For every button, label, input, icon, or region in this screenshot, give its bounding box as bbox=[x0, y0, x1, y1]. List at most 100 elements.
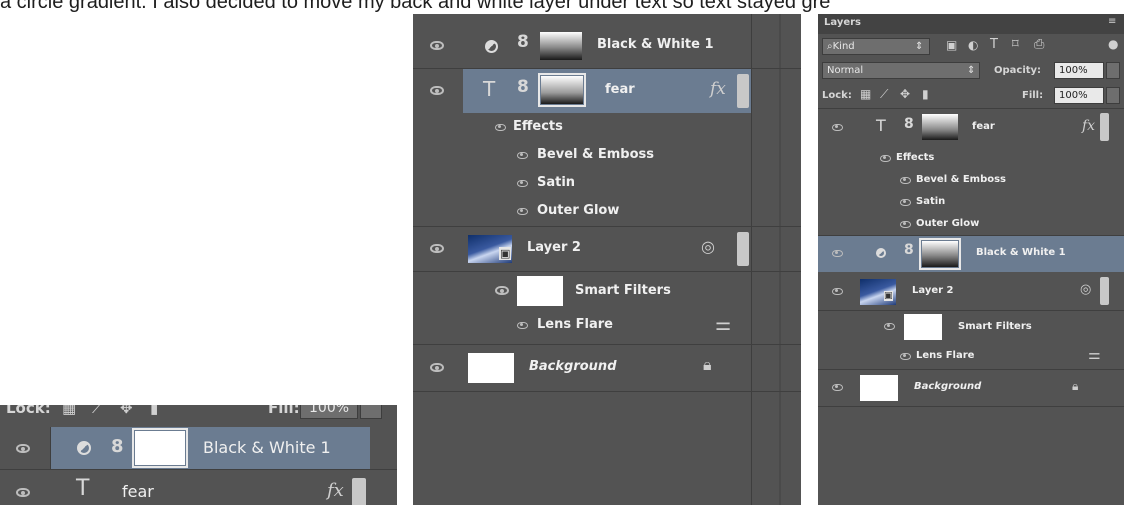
layer-row-background[interactable]: Background 🔒︎ bbox=[818, 370, 1124, 407]
layers-tab[interactable]: Layers bbox=[824, 17, 861, 28]
scrollbar-thumb[interactable] bbox=[352, 478, 366, 505]
layer-name[interactable]: fear bbox=[605, 82, 635, 97]
filter-adjustment-icon[interactable]: ◐ bbox=[968, 38, 978, 52]
blend-mode-select[interactable]: Normal ⇕ bbox=[822, 62, 980, 79]
link-icon[interactable]: 8 bbox=[517, 77, 529, 97]
effects-label[interactable]: Effects bbox=[513, 119, 563, 134]
visibility-eye-icon[interactable] bbox=[900, 353, 911, 360]
link-icon[interactable]: 8 bbox=[111, 436, 124, 457]
filter-row-lens-flare[interactable]: Lens Flare ⚌ bbox=[818, 343, 1124, 370]
smart-filters-row[interactable]: Smart Filters bbox=[413, 272, 801, 310]
visibility-eye-icon[interactable] bbox=[517, 322, 528, 329]
layer-name[interactable]: Layer 2 bbox=[527, 240, 581, 255]
effect-row-satin[interactable]: Satin bbox=[413, 170, 801, 198]
smart-filters-label[interactable]: Smart Filters bbox=[958, 321, 1032, 332]
scrollbar-thumb[interactable] bbox=[737, 232, 749, 266]
layer-row-layer2[interactable]: ▣ Layer 2 ◎ bbox=[413, 227, 801, 272]
panel-menu-icon[interactable]: ≡ bbox=[1108, 16, 1116, 27]
effect-row-bevel[interactable]: Bevel & Emboss bbox=[818, 169, 1124, 191]
visibility-eye-icon[interactable] bbox=[430, 86, 444, 95]
layer-name[interactable]: Black & White 1 bbox=[597, 37, 714, 52]
filter-mask-thumbnail[interactable] bbox=[517, 276, 563, 306]
visibility-eye-icon[interactable] bbox=[16, 444, 30, 453]
layer-thumbnail[interactable] bbox=[468, 353, 514, 383]
filter-name[interactable]: Lens Flare bbox=[916, 350, 974, 361]
filter-shape-icon[interactable]: ⌑ bbox=[1012, 37, 1019, 52]
filter-toggle-icon[interactable]: ● bbox=[1108, 37, 1118, 51]
smart-filters-label[interactable]: Smart Filters bbox=[575, 283, 671, 298]
mask-thumbnail[interactable] bbox=[919, 238, 961, 270]
visibility-eye-icon[interactable] bbox=[900, 221, 911, 228]
layer-name[interactable]: fear bbox=[122, 482, 154, 501]
visibility-eye-icon[interactable] bbox=[900, 177, 911, 184]
layer-row-bw[interactable]: 8 Black & White 1 bbox=[413, 24, 801, 69]
filter-type-icon[interactable]: T bbox=[990, 37, 998, 52]
fill-field[interactable]: 100% bbox=[300, 405, 358, 419]
lock-move-icon[interactable]: ✥ bbox=[120, 405, 133, 417]
layer-name[interactable]: Background bbox=[529, 359, 617, 374]
filter-options-icon[interactable]: ⚌ bbox=[1088, 347, 1101, 363]
visibility-eye-icon[interactable] bbox=[832, 124, 843, 131]
layer-row-background[interactable]: Background 🔒︎ bbox=[413, 345, 801, 392]
lock-icon[interactable]: 🔒︎ bbox=[1072, 379, 1078, 394]
lock-paint-icon[interactable]: ⟋ bbox=[92, 405, 103, 417]
effect-row-outer-glow[interactable]: Outer Glow bbox=[818, 213, 1124, 236]
lock-transparent-icon[interactable]: ▦ bbox=[860, 87, 871, 101]
layer-row-fear[interactable]: T 8 fear fx bbox=[413, 69, 801, 113]
filter-smart-object-icon[interactable]: ⎙ bbox=[1034, 37, 1044, 52]
scrollbar-thumb[interactable] bbox=[1100, 277, 1109, 305]
visibility-eye-icon[interactable] bbox=[430, 244, 444, 253]
mask-thumbnail[interactable] bbox=[132, 428, 188, 468]
lock-all-icon[interactable]: ▮ bbox=[150, 405, 158, 417]
visibility-eye-icon[interactable] bbox=[880, 155, 891, 162]
scrollbar-thumb[interactable] bbox=[1100, 113, 1109, 141]
visibility-eye-icon[interactable] bbox=[495, 286, 509, 295]
fill-dropdown-button[interactable] bbox=[360, 405, 382, 419]
visibility-eye-icon[interactable] bbox=[832, 384, 843, 391]
scrollbar-thumb[interactable] bbox=[737, 74, 749, 108]
effect-name[interactable]: Outer Glow bbox=[537, 203, 619, 218]
visibility-eye-icon[interactable] bbox=[832, 250, 843, 257]
visibility-eye-icon[interactable] bbox=[884, 323, 895, 330]
link-icon[interactable]: 8 bbox=[904, 242, 914, 258]
opacity-field[interactable]: 100% bbox=[1054, 62, 1104, 79]
filter-mask-thumbnail[interactable] bbox=[904, 314, 942, 340]
lock-all-icon[interactable]: ▮ bbox=[922, 87, 929, 101]
layer-name[interactable]: fear bbox=[972, 121, 995, 132]
layer-row-bw[interactable]: 8 Black & White 1 bbox=[818, 236, 1124, 272]
layer-name[interactable]: Black & White 1 bbox=[976, 247, 1066, 258]
visibility-eye-icon[interactable] bbox=[517, 208, 528, 215]
lock-paint-icon[interactable]: ⟋ bbox=[880, 87, 888, 102]
effects-row[interactable]: Effects bbox=[818, 147, 1124, 169]
visibility-eye-icon[interactable] bbox=[517, 152, 528, 159]
filter-name[interactable]: Lens Flare bbox=[537, 317, 613, 332]
filter-options-icon[interactable]: ⚌ bbox=[715, 314, 731, 335]
effect-name[interactable]: Satin bbox=[537, 175, 575, 190]
effect-name[interactable]: Satin bbox=[916, 196, 945, 207]
filter-row-lens-flare[interactable]: Lens Flare ⚌ bbox=[413, 310, 801, 345]
effect-row-outer-glow[interactable]: Outer Glow bbox=[413, 198, 801, 227]
fx-icon[interactable]: fx bbox=[710, 79, 726, 99]
visibility-eye-icon[interactable] bbox=[430, 41, 444, 50]
mask-thumbnail[interactable] bbox=[538, 73, 586, 107]
effect-row-satin[interactable]: Satin bbox=[818, 191, 1124, 213]
effects-row[interactable]: Effects bbox=[413, 114, 801, 142]
lock-move-icon[interactable]: ✥ bbox=[900, 87, 910, 101]
fill-field[interactable]: 100% bbox=[1054, 87, 1104, 104]
fx-icon[interactable]: fx bbox=[327, 480, 344, 501]
filter-pixel-icon[interactable]: ▣ bbox=[946, 38, 957, 52]
visibility-eye-icon[interactable] bbox=[495, 124, 506, 131]
mask-thumbnail[interactable] bbox=[540, 32, 582, 60]
smart-filter-badge-icon[interactable]: ◎ bbox=[1080, 282, 1091, 297]
layer-row-fear[interactable]: T 8 fear fx bbox=[818, 110, 1124, 146]
layer-name[interactable]: Black & White 1 bbox=[203, 438, 331, 457]
layer-name[interactable]: Background bbox=[914, 381, 981, 392]
opacity-dropdown-button[interactable] bbox=[1106, 62, 1120, 79]
visibility-eye-icon[interactable] bbox=[430, 363, 444, 372]
visibility-eye-icon[interactable] bbox=[517, 180, 528, 187]
effect-name[interactable]: Bevel & Emboss bbox=[916, 174, 1006, 185]
effect-name[interactable]: Outer Glow bbox=[916, 218, 979, 229]
effect-row-bevel[interactable]: Bevel & Emboss bbox=[413, 142, 801, 170]
kind-filter-select[interactable]: ⌕Kind ⇕ bbox=[822, 38, 930, 55]
link-icon[interactable]: 8 bbox=[517, 32, 529, 52]
